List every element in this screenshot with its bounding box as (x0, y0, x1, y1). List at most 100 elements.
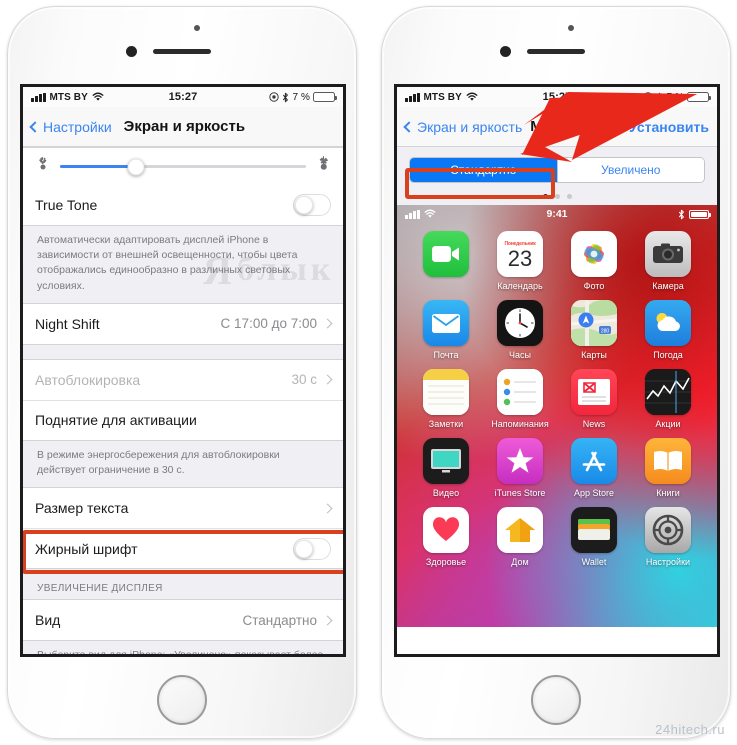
app-weather[interactable]: Погода (631, 300, 705, 360)
news-icon (571, 369, 617, 415)
photos-icon (571, 231, 617, 277)
zoom-mode-selector: Стандартно Увеличено (397, 147, 717, 188)
carrier-label: MTS BY (423, 91, 462, 103)
page-indicator-dots (397, 188, 717, 205)
left-status-bar: MTS BY 15:27 7 % (23, 87, 343, 107)
autolock-value: 30 с (291, 372, 317, 388)
app-label: Wallet (581, 557, 607, 567)
health-icon (423, 507, 469, 553)
back-label: Экран и яркость (417, 118, 523, 135)
app-mail[interactable]: Почта (409, 300, 483, 360)
bold-text-label: Жирный шрифт (35, 540, 138, 557)
view-row[interactable]: Вид Стандартно (23, 600, 343, 641)
autolock-group: Автоблокировка 30 с Поднятие для активац… (23, 358, 343, 441)
app-app-store[interactable]: App Store (557, 438, 631, 498)
night-shift-label: Night Shift (35, 315, 100, 332)
app-store-icon (571, 438, 617, 484)
preview-clock: 9:41 (546, 208, 568, 220)
app-stocks[interactable]: Акции (631, 369, 705, 429)
app-label: iTunes Store (494, 488, 546, 498)
view-value: Стандартно (242, 612, 318, 628)
app-clock[interactable]: Часы (483, 300, 557, 360)
location-icon (269, 92, 280, 102)
app-label: Здоровье (425, 557, 467, 567)
back-to-display-button[interactable]: Экран и яркость (403, 118, 523, 135)
sun-small-icon (35, 157, 50, 174)
app-label: App Store (573, 488, 615, 498)
location-icon (643, 92, 654, 102)
maps-icon: 280 (571, 300, 617, 346)
segmented-control[interactable]: Стандартно Увеличено (409, 157, 705, 183)
app-news[interactable]: News (557, 369, 631, 429)
earpiece-speaker-icon (153, 49, 211, 54)
itunes-store-icon (497, 438, 543, 484)
raise-to-wake-row[interactable]: Поднятие для активации (23, 399, 343, 440)
status-right-group: 7 % (269, 92, 337, 103)
display-zoom-group: Вид Стандартно (23, 599, 343, 642)
set-button[interactable]: Установить (629, 119, 709, 135)
app-camera[interactable]: Камера (631, 231, 705, 291)
app-photos[interactable]: Фото (557, 231, 631, 291)
home-button[interactable] (531, 675, 581, 725)
brightness-slider-track[interactable] (60, 158, 306, 175)
brightness-slider-fill (60, 165, 137, 168)
status-left-group: MTS BY (31, 92, 104, 103)
page-dot-3[interactable] (566, 194, 572, 199)
segment-zoomed[interactable]: Увеличено (556, 158, 704, 182)
home-screen-preview: 9:41 Понедельник 23 Календарь Фото Камер… (397, 205, 717, 627)
app-reminders[interactable]: Напоминания (483, 369, 557, 429)
app-home[interactable]: Дом (483, 507, 557, 567)
bold-text-toggle[interactable] (293, 537, 331, 560)
view-label: Вид (35, 612, 61, 629)
brightness-slider-row[interactable] (23, 148, 343, 185)
app-label: Акции (655, 419, 681, 429)
app-videos[interactable]: Видео (409, 438, 483, 498)
text-size-row[interactable]: Размер текста (23, 488, 343, 529)
app-label: Часы (509, 350, 531, 360)
bluetooth-icon (657, 92, 663, 102)
reminders-icon (497, 369, 543, 415)
status-left-group: MTS BY (405, 92, 478, 103)
app-notes[interactable]: Заметки (409, 369, 483, 429)
segment-standard[interactable]: Стандартно (410, 158, 557, 182)
page-dot-2[interactable] (554, 194, 560, 199)
right-nav-bar: Экран и яркость Масштаб Установить (397, 107, 717, 147)
app-facetime[interactable] (409, 231, 483, 291)
app-label: News (582, 419, 606, 429)
wifi-icon (92, 92, 104, 101)
chevron-right-icon (322, 503, 333, 514)
home-button[interactable] (157, 675, 207, 725)
cellular-signal-icon (405, 92, 420, 102)
display-settings-list: Я блык (23, 147, 343, 654)
screenshot-stage: MTS BY 15:27 7 % Настройки Экран и яркос… (0, 0, 737, 745)
back-to-settings-button[interactable]: Настройки (29, 119, 112, 135)
true-tone-description: Автоматически адаптировать дисплей iPhon… (23, 226, 343, 303)
weather-icon (645, 300, 691, 346)
true-tone-toggle[interactable] (293, 194, 331, 216)
bluetooth-icon (283, 92, 289, 102)
svg-text:280: 280 (601, 328, 610, 334)
night-shift-value: С 17:00 до 7:00 (220, 316, 317, 332)
autolock-row[interactable]: Автоблокировка 30 с (23, 359, 343, 400)
autolock-description: В режиме энергосбережения для автоблокир… (23, 440, 343, 488)
page-dot-1[interactable] (542, 194, 548, 199)
app-label: Напоминания (491, 419, 549, 429)
app-settings[interactable]: Настройки (631, 507, 705, 567)
app-health[interactable]: Здоровье (409, 507, 483, 567)
app-books[interactable]: Книги (631, 438, 705, 498)
front-camera-icon (500, 46, 511, 57)
wallet-icon (571, 507, 617, 553)
app-maps[interactable]: 280 Карты (557, 300, 631, 360)
battery-percent-label: 7 % (666, 91, 684, 103)
true-tone-row[interactable]: True Tone (23, 185, 343, 225)
brightness-slider-knob[interactable] (127, 158, 145, 175)
bold-text-row[interactable]: Жирный шрифт (23, 528, 343, 569)
app-itunes-store[interactable]: iTunes Store (483, 438, 557, 498)
app-label: Почта (433, 350, 459, 360)
camera-icon (645, 231, 691, 277)
app-wallet[interactable]: Wallet (557, 507, 631, 567)
night-shift-row[interactable]: Night Shift С 17:00 до 7:00 (23, 303, 343, 344)
left-nav-bar: Настройки Экран и яркость (23, 107, 343, 147)
app-calendar[interactable]: Понедельник 23 Календарь (483, 231, 557, 291)
books-icon (645, 438, 691, 484)
